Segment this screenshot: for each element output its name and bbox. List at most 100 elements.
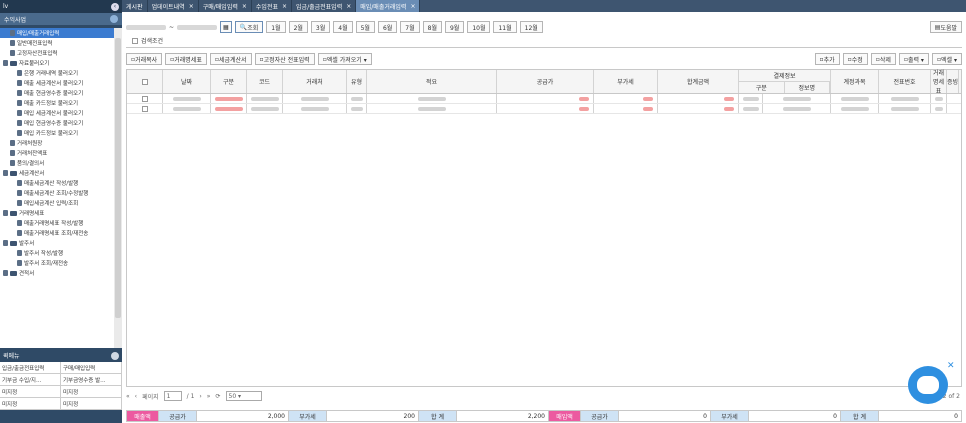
quick-menu-link[interactable]: 미지정 bbox=[0, 398, 61, 409]
chatbot-icon[interactable] bbox=[908, 366, 948, 404]
tab-item[interactable]: 매입/매출거래입력 × bbox=[356, 0, 421, 12]
menu-item[interactable]: 발주서 작성/발행 bbox=[0, 248, 114, 258]
menu-item[interactable]: 발주서 조회/재전송 bbox=[0, 258, 114, 268]
refresh-icon[interactable]: ⟳ bbox=[215, 393, 220, 400]
tab-item[interactable]: 구매/매입입력 × bbox=[199, 0, 252, 12]
menu-item[interactable]: 매입/매출거래입력 bbox=[0, 28, 114, 38]
menu-item[interactable]: 고정자산전표입력 bbox=[0, 48, 114, 58]
month-button[interactable]: 6월 bbox=[377, 21, 398, 33]
minus-icon[interactable] bbox=[3, 240, 8, 246]
page-input[interactable]: 1 bbox=[163, 391, 182, 401]
menu-item[interactable]: 매입세금계산 입력/조회 bbox=[0, 198, 114, 208]
tab-item[interactable]: 업데이트내역 × bbox=[148, 0, 199, 12]
close-icon[interactable]: × bbox=[242, 3, 247, 10]
action-button[interactable]: ▫ 거래복사 bbox=[126, 53, 163, 65]
prev-page-icon[interactable]: ‹ bbox=[135, 393, 137, 400]
menu-item[interactable]: 발주서 bbox=[0, 238, 114, 248]
action-button[interactable]: ▫ 엑셀 가져오기 ▾ bbox=[317, 53, 372, 65]
menu-item[interactable]: 품의/결의서 bbox=[0, 158, 114, 168]
search-button[interactable]: 🔍 조회 bbox=[234, 21, 264, 33]
help-button[interactable]: ▤ 도움말 bbox=[929, 21, 962, 33]
minus-icon[interactable] bbox=[3, 170, 8, 176]
menu-item[interactable]: 은행 거래내역 불러오기 bbox=[0, 68, 114, 78]
calendar-icon[interactable]: ▦ bbox=[220, 21, 232, 33]
month-button[interactable]: 7월 bbox=[400, 21, 420, 33]
menu-item[interactable]: 매출 카드정보 불러오기 bbox=[0, 98, 114, 108]
quick-menu-link[interactable]: 입금/출금전표입력 bbox=[0, 362, 61, 373]
section-header[interactable]: 수익사업 bbox=[0, 13, 122, 25]
close-icon[interactable]: × bbox=[282, 3, 287, 10]
scrollbar-thumb[interactable] bbox=[115, 38, 121, 318]
close-icon[interactable]: × bbox=[346, 3, 351, 10]
month-button[interactable]: 4월 bbox=[333, 21, 353, 33]
menu-item[interactable]: 견적서 bbox=[0, 268, 114, 278]
close-icon[interactable]: × bbox=[189, 3, 194, 10]
close-icon[interactable]: × bbox=[410, 3, 415, 10]
date-to-input[interactable] bbox=[177, 24, 218, 30]
next-page-icon[interactable]: › bbox=[199, 393, 201, 400]
gear-icon[interactable] bbox=[111, 351, 119, 360]
chatbot-close-icon[interactable]: ✕ bbox=[947, 361, 955, 371]
table-row[interactable] bbox=[127, 94, 961, 104]
menu-item[interactable]: 매출 현금영수증 불러오기 bbox=[0, 88, 114, 98]
page-size-select[interactable]: 50 ▾ bbox=[225, 391, 262, 401]
menu-item[interactable]: 일반매전표입력 bbox=[0, 38, 114, 48]
minus-icon[interactable] bbox=[3, 270, 8, 276]
menu-item[interactable]: 매입 카드정보 불러오기 bbox=[0, 128, 114, 138]
action-button[interactable]: ▫ 추가 bbox=[814, 53, 840, 65]
quick-menu-link[interactable]: 미지정 bbox=[61, 386, 122, 397]
menu-item[interactable]: 거래명세표 bbox=[0, 208, 114, 218]
row-checkbox[interactable] bbox=[141, 105, 148, 112]
month-button[interactable]: 3월 bbox=[310, 21, 331, 33]
month-button[interactable]: 9월 bbox=[444, 21, 465, 33]
month-button[interactable]: 11월 bbox=[493, 21, 517, 33]
menu-item[interactable]: 거래처잔액표 bbox=[0, 148, 114, 158]
collapse-icon[interactable]: ‹ bbox=[111, 2, 119, 11]
search-condition-checkbox[interactable] bbox=[132, 37, 138, 44]
quick-menu-link[interactable]: 기부금영수증 발… bbox=[61, 374, 122, 385]
quick-menu-link[interactable]: 기부금 수입/지… bbox=[0, 374, 61, 385]
action-button[interactable]: ▫ 엑셀 ▾ bbox=[931, 53, 962, 65]
date-from-input[interactable] bbox=[126, 24, 166, 30]
select-all-checkbox[interactable] bbox=[141, 78, 148, 85]
menu-item[interactable]: 세금계산서 bbox=[0, 168, 114, 178]
quick-menu-link[interactable]: 미지정 bbox=[0, 386, 61, 397]
minus-icon[interactable] bbox=[3, 210, 8, 216]
tab-item[interactable]: 입금/출금전표입력 × bbox=[292, 0, 357, 12]
toggle-icon[interactable] bbox=[110, 15, 118, 23]
action-button[interactable]: ▫ 수정 bbox=[842, 53, 868, 65]
menu-item[interactable]: 매출 세금계산서 불러오기 bbox=[0, 78, 114, 88]
action-button[interactable]: ▫ 거래명세표 bbox=[165, 53, 207, 65]
month-button[interactable]: 5월 bbox=[355, 21, 375, 33]
menu-item[interactable]: 매출거래명세표 조회/재전송 bbox=[0, 228, 114, 238]
menu-item[interactable]: 매출세금계산 작성/발행 bbox=[0, 178, 114, 188]
tab-item[interactable]: 게시판 bbox=[122, 0, 148, 12]
menu-item[interactable]: 자료불러오기 bbox=[0, 58, 114, 68]
month-button[interactable]: 10월 bbox=[467, 21, 491, 33]
quick-menu-link[interactable]: 구매/매입입력 bbox=[61, 362, 122, 373]
first-page-icon[interactable]: « bbox=[126, 393, 130, 400]
menu-scrollbar[interactable] bbox=[114, 28, 122, 348]
table-row[interactable] bbox=[127, 104, 961, 114]
last-page-icon[interactable]: » bbox=[207, 393, 211, 400]
action-button[interactable]: ▫ 삭제 bbox=[870, 53, 896, 65]
tab-item[interactable]: 수입전표 × bbox=[252, 0, 293, 12]
action-button[interactable]: ▫ 고정자산 전표입력 bbox=[254, 53, 315, 65]
menu-item[interactable]: 매입 세금계산서 불러오기 bbox=[0, 108, 114, 118]
action-button[interactable]: ▫ 출력 ▾ bbox=[898, 53, 929, 65]
menu-item[interactable]: 매입 현금영수증 불러오기 bbox=[0, 118, 114, 128]
select-all-checkbox-cell[interactable] bbox=[127, 70, 163, 93]
menu-item[interactable]: 매출거래명세표 작성/발행 bbox=[0, 218, 114, 228]
month-button[interactable]: 12월 bbox=[519, 21, 543, 33]
menu-item[interactable]: 매출세금계산 조회/수정발행 bbox=[0, 188, 114, 198]
action-button[interactable]: ▫ 세금계산서 bbox=[209, 53, 252, 65]
month-button[interactable]: 8월 bbox=[422, 21, 442, 33]
month-button[interactable]: 1월 bbox=[266, 21, 286, 33]
quick-menu-link[interactable]: 미지정 bbox=[61, 398, 122, 409]
minus-icon[interactable] bbox=[3, 60, 8, 66]
menu-item[interactable]: 거래처원장 bbox=[0, 138, 114, 148]
search-condition[interactable]: 검색조건 bbox=[132, 36, 163, 45]
row-checkbox[interactable] bbox=[141, 95, 148, 102]
month-button[interactable]: 2월 bbox=[288, 21, 308, 33]
column-header: 코드 bbox=[247, 70, 283, 93]
